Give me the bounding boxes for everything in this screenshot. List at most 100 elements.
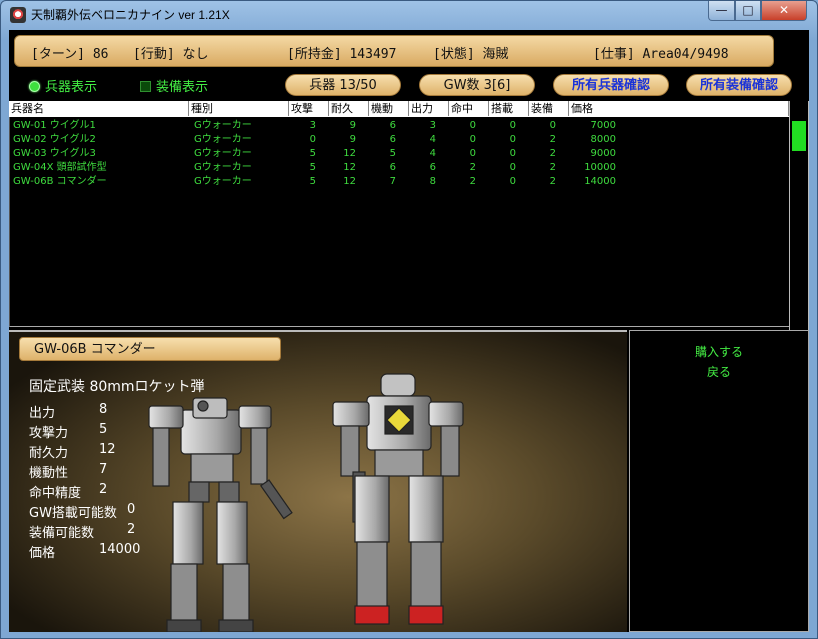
scrollbar-thumb[interactable] (792, 121, 806, 151)
stat-label: GW搭載可能数 (29, 506, 117, 521)
action-status: [行動] なし (133, 47, 209, 62)
col-equip-cell: 2 (549, 176, 556, 187)
stat-value: 5 (99, 422, 108, 437)
stat-row: 攻撃力 5 (29, 422, 107, 441)
col-type-cell: Gウォーカー (194, 120, 252, 131)
col-equip-header: 装備 (529, 101, 569, 116)
money-status: [所持金] 143497 (287, 47, 397, 62)
check-equipment-button[interactable]: 所有装備確認 (686, 74, 792, 96)
weapons-table: GW-01 ウイグル1 Gウォーカー 3 9 6 3 0 0 0 7000 GW-02 ウイグル2 G… (9, 117, 789, 327)
stat-row: GW搭載可能数 0 (29, 502, 135, 521)
title-bar: 天制覇外伝ベロニカナイン ver 1.21X — □ ✕ (1, 1, 817, 29)
stat-row: 装備可能数 2 (29, 522, 135, 541)
state-status: [状態] 海賊 (433, 47, 509, 62)
minimize-button[interactable]: — (708, 1, 735, 21)
gw-count: GW数 3[6] (419, 74, 535, 96)
col-mobility-cell: 7 (389, 176, 396, 187)
stat-row: 価格 14000 (29, 542, 140, 561)
stat-row: 機動性 7 (29, 462, 107, 481)
col-capacity-cell: 0 (509, 120, 516, 131)
col-name-cell: GW-06B コマンダー (13, 176, 107, 187)
col-price-cell: 8000 (590, 134, 616, 145)
table-row[interactable]: GW-03 ウイグル3 Gウォーカー 5 12 5 4 0 0 2 9000 (10, 148, 790, 159)
col-output-cell: 6 (429, 162, 436, 173)
app-icon (10, 7, 26, 23)
stat-value: 12 (99, 442, 116, 457)
table-scrollbar[interactable] (789, 101, 809, 331)
stat-label: 機動性 (29, 466, 69, 481)
robot-front-figure (148, 397, 293, 632)
col-attack-cell: 0 (309, 134, 316, 145)
col-mobility-cell: 6 (389, 134, 396, 145)
radio-on-icon (29, 81, 40, 92)
robot-back-figure (332, 373, 464, 625)
col-durability-cell: 12 (343, 162, 356, 173)
table-header: 兵器名 種別 攻撃 耐久 機動 出力 命中 搭載 装備 価格 (9, 101, 789, 117)
col-durability-cell: 12 (343, 148, 356, 159)
col-output-header: 出力 (409, 101, 449, 116)
col-mobility-cell: 6 (389, 120, 396, 131)
col-attack-header: 攻撃 (289, 101, 329, 116)
stat-label: 出力 (29, 406, 56, 421)
stat-label: 耐久力 (29, 446, 69, 461)
col-type-cell: Gウォーカー (194, 134, 252, 145)
weapons-view-label: 兵器表示 (45, 80, 98, 95)
col-output-cell: 3 (429, 120, 436, 131)
job-status: [仕事] Area04/9498 (593, 47, 729, 62)
table-row[interactable]: GW-04X 頭部試作型 Gウォーカー 5 12 6 6 2 0 2 10000 (10, 162, 790, 173)
check-weapons-button[interactable]: 所有兵器確認 (553, 74, 669, 96)
weapons-count: 兵器 13/50 (285, 74, 401, 96)
col-mobility-cell: 6 (389, 162, 396, 173)
equipment-view-toggle[interactable]: 装備表示 (140, 76, 209, 95)
stat-value: 8 (99, 402, 108, 417)
col-accuracy-cell: 2 (469, 162, 476, 173)
col-capacity-cell: 0 (509, 162, 516, 173)
col-capacity-cell: 0 (509, 148, 516, 159)
stat-label: 装備可能数 (29, 526, 95, 541)
back-command[interactable]: 戻る (630, 363, 808, 380)
col-price-cell: 14000 (584, 176, 616, 187)
table-row[interactable]: GW-06B コマンダー Gウォーカー 5 12 7 8 2 0 2 14000 (10, 176, 790, 187)
col-capacity-cell: 0 (509, 134, 516, 145)
col-durability-cell: 12 (343, 176, 356, 187)
robot-illustration (148, 373, 464, 632)
buy-command[interactable]: 購入する (630, 343, 808, 360)
stat-label: 価格 (29, 546, 56, 561)
col-durability-cell: 9 (349, 134, 356, 145)
col-accuracy-header: 命中 (449, 101, 489, 116)
col-capacity-cell: 0 (509, 176, 516, 187)
col-name-cell: GW-04X 頭部試作型 (13, 162, 107, 173)
col-type-header: 種別 (189, 101, 289, 116)
col-mobility-cell: 5 (389, 148, 396, 159)
col-output-cell: 4 (429, 148, 436, 159)
col-equip-cell: 2 (549, 134, 556, 145)
stat-value: 7 (99, 462, 108, 477)
maximize-button[interactable]: □ (735, 1, 761, 21)
game-client: [ターン] 86 [行動] なし [所持金] 143497 [状態] 海賊 [仕… (9, 30, 809, 632)
col-attack-cell: 5 (309, 162, 316, 173)
col-price-cell: 10000 (584, 162, 616, 173)
col-durability-cell: 9 (349, 120, 356, 131)
table-row[interactable]: GW-02 ウイグル2 Gウォーカー 0 9 6 4 0 0 2 8000 (10, 134, 790, 145)
status-bar: [ターン] 86 [行動] なし [所持金] 143497 [状態] 海賊 [仕… (14, 35, 774, 67)
col-attack-cell: 5 (309, 176, 316, 187)
close-button[interactable]: ✕ (761, 1, 807, 21)
detail-panel: GW-06B コマンダー 固定武装 80mmロケット弾 出力 8 攻撃力 5 耐久力 12… (9, 330, 627, 632)
col-accuracy-cell: 0 (469, 134, 476, 145)
weapons-view-toggle[interactable]: 兵器表示 (29, 76, 98, 95)
col-price-cell: 7000 (590, 120, 616, 131)
col-accuracy-cell: 0 (469, 148, 476, 159)
col-equip-cell: 2 (549, 148, 556, 159)
stat-value: 2 (99, 482, 108, 497)
table-row[interactable]: GW-01 ウイグル1 Gウォーカー 3 9 6 3 0 0 0 7000 (10, 120, 790, 131)
col-durability-header: 耐久 (329, 101, 369, 116)
window-title: 天制覇外伝ベロニカナイン ver 1.21X (31, 8, 230, 22)
col-name-cell: GW-02 ウイグル2 (13, 134, 96, 145)
col-equip-cell: 2 (549, 162, 556, 173)
col-price-header: 価格 (569, 101, 789, 116)
command-panel: 購入する 戻る (629, 330, 809, 632)
col-type-cell: Gウォーカー (194, 162, 252, 173)
col-type-cell: Gウォーカー (194, 176, 252, 187)
equipment-view-label: 装備表示 (156, 80, 209, 95)
stat-label: 攻撃力 (29, 426, 69, 441)
